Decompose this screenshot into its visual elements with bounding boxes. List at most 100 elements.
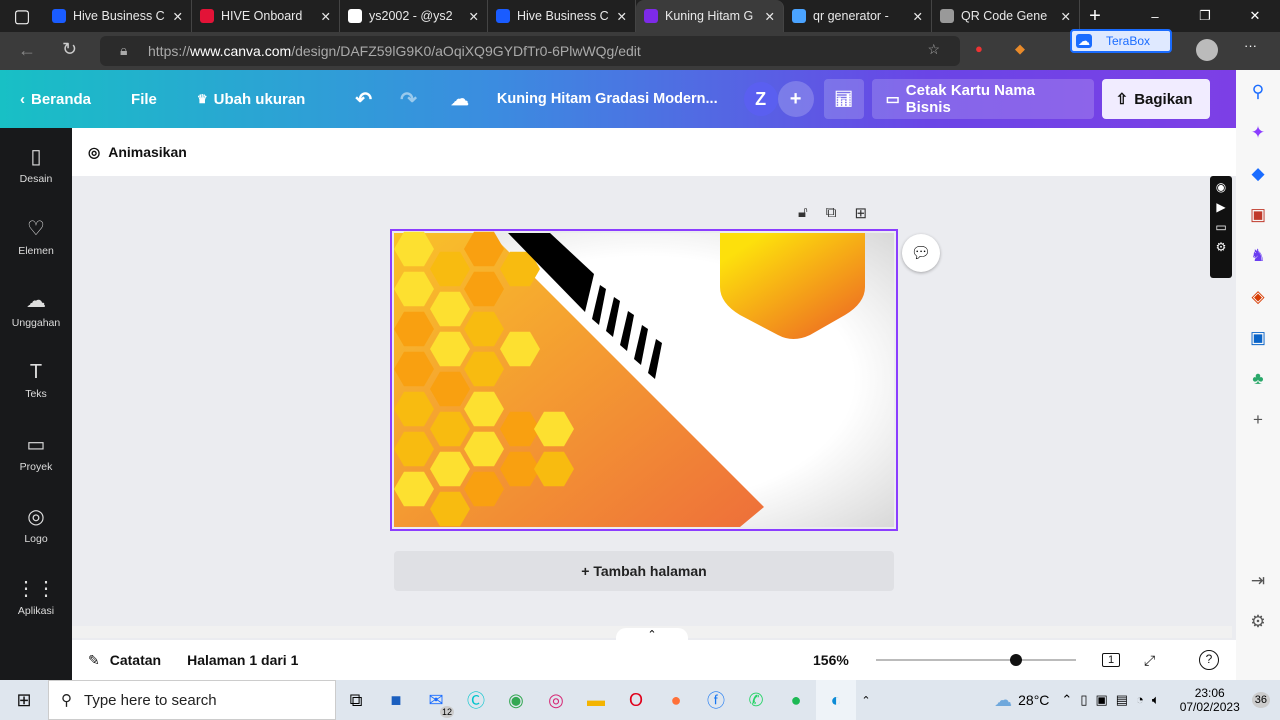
terabox-button[interactable]: ☁ TeraBox xyxy=(1070,29,1172,53)
print-business-card-button[interactable]: ▭ Cetak Kartu Nama Bisnis xyxy=(871,79,1094,119)
browser-tab[interactable]: Hive Business C ✕ xyxy=(488,0,636,32)
redo-button[interactable]: ↷ xyxy=(386,79,431,119)
close-tab-icon[interactable]: ✕ xyxy=(617,9,627,24)
close-tab-icon[interactable]: ✕ xyxy=(469,9,479,24)
close-tab-icon[interactable]: ✕ xyxy=(913,9,923,24)
extension-icon[interactable]: ● xyxy=(975,41,983,56)
overflow-chevron-icon[interactable]: ⌃ xyxy=(856,680,876,720)
file-explorer-icon[interactable]: ▬ xyxy=(576,680,616,720)
animate-button[interactable]: Animasikan xyxy=(108,144,187,160)
close-tab-icon[interactable]: ✕ xyxy=(765,9,775,24)
page-indicator: Halaman 1 dari 1 xyxy=(187,652,299,668)
facebook-icon[interactable]: ⓕ xyxy=(696,680,736,720)
search-icon[interactable]: ⚲ xyxy=(1252,82,1264,102)
sidebar-item-logo[interactable]: ◎ Logo xyxy=(0,488,72,560)
add-comment-button[interactable]: 💬︎ xyxy=(902,234,940,272)
tab-favicon-icon xyxy=(200,9,214,23)
close-window-button[interactable]: ✕ xyxy=(1230,8,1280,24)
page-count-button[interactable]: 1 xyxy=(1102,653,1121,667)
profile-avatar[interactable] xyxy=(1196,39,1218,61)
windows-start-icon[interactable]: ⊞ xyxy=(0,680,48,720)
maximize-button[interactable]: ❐ xyxy=(1180,8,1230,24)
task-view-icon[interactable]: ⧉ xyxy=(336,680,376,720)
clock[interactable]: 23:06 07/02/2023 xyxy=(1180,686,1240,714)
favorite-star-icon[interactable]: ☆ xyxy=(927,41,940,58)
resize-button[interactable]: ♛ Ubah ukuran xyxy=(171,79,319,119)
tag-icon[interactable]: ◆ xyxy=(1251,164,1264,184)
avatar[interactable]: Z xyxy=(743,82,778,116)
browser-tab[interactable]: Hive Business C ✕ xyxy=(44,0,192,32)
tree-icon[interactable]: ♣ xyxy=(1252,369,1263,389)
minimize-button[interactable]: – xyxy=(1130,9,1180,24)
browser-tab[interactable]: Kuning Hitam G ✕ xyxy=(636,0,784,32)
refresh-icon[interactable]: ↻ xyxy=(62,39,77,60)
zoom-slider-handle[interactable] xyxy=(1010,654,1022,666)
chrome-icon[interactable]: ◉ xyxy=(496,680,536,720)
taskbar-search[interactable]: ⚲ Type here to search xyxy=(48,680,336,720)
close-tab-icon[interactable]: ✕ xyxy=(173,9,183,24)
window-icon[interactable]: ▭ xyxy=(1215,220,1226,234)
settings-icon[interactable]: ⚙ xyxy=(1216,240,1227,254)
office-icon[interactable]: ◈ xyxy=(1251,287,1264,307)
help-button[interactable]: ? xyxy=(1199,650,1219,670)
sidebar-item-desain[interactable]: ▯ Desain xyxy=(0,128,72,200)
opera-icon[interactable]: O xyxy=(616,680,656,720)
sidebar-item-aplikasi[interactable]: ⋮⋮ Aplikasi xyxy=(0,560,72,632)
tray-icons[interactable]: ⌃▯▣▤◔🔈︎ xyxy=(1061,692,1167,708)
url-path: /design/DAFZ59lG9K0/aOqiXQ9GYDfTr0-6PlwW… xyxy=(291,43,641,59)
temperature[interactable]: 28°C xyxy=(1018,692,1049,708)
browser-tab[interactable]: QR Code Gene ✕ xyxy=(932,0,1080,32)
metamask-icon[interactable]: ◆ xyxy=(1015,41,1025,57)
fullscreen-icon[interactable]: ⤢ xyxy=(1144,652,1155,669)
sidebar-item-unggahan[interactable]: ☁ Unggahan xyxy=(0,272,72,344)
undo-button[interactable]: ↶ xyxy=(319,79,386,119)
tools-icon[interactable]: ▣ xyxy=(1250,205,1266,225)
firefox-icon[interactable]: ● xyxy=(656,680,696,720)
file-menu[interactable]: File xyxy=(105,79,171,119)
tab-actions-icon[interactable]: ▢ xyxy=(0,0,44,36)
back-icon[interactable]: ← xyxy=(18,40,36,61)
more-icon[interactable]: ··· xyxy=(1244,38,1257,53)
home-button[interactable]: ‹ Beranda xyxy=(0,79,105,119)
add-icon[interactable]: + xyxy=(1253,410,1263,430)
design-title[interactable]: Kuning Hitam Gradasi Modern... xyxy=(483,79,732,119)
camera-icon[interactable]: ◉ xyxy=(1216,180,1226,194)
games-icon[interactable]: ♞ xyxy=(1250,246,1265,266)
browser-tab[interactable]: ys2002 - @ys2 ✕ xyxy=(340,0,488,32)
mail-icon[interactable]: ✉ 12 xyxy=(416,680,456,720)
new-tab-button[interactable]: + xyxy=(1080,5,1110,28)
edge-icon[interactable]: ◐ xyxy=(816,680,856,720)
url-input[interactable]: 🔒︎ https://www.canva.com/design/DAFZ59lG… xyxy=(100,36,960,66)
browser-tab[interactable]: qr generator - ✕ xyxy=(784,0,932,32)
sidebar-collapse-icon[interactable]: ⇥ xyxy=(1251,571,1265,591)
sidebar-item-teks[interactable]: T Teks xyxy=(0,344,72,416)
sidebar-item-proyek[interactable]: ▭ Proyek xyxy=(0,416,72,488)
notification-badge[interactable]: 36 xyxy=(1251,692,1270,708)
settings-icon[interactable]: ⚙ xyxy=(1250,612,1265,632)
zoom-percent[interactable]: 156% xyxy=(813,652,849,668)
whatsapp-icon[interactable]: ✆ xyxy=(736,680,776,720)
duplicate-icon[interactable]: ⧉ xyxy=(826,204,837,222)
add-page-icon[interactable]: ⊞ xyxy=(854,204,867,222)
close-tab-icon[interactable]: ✕ xyxy=(1061,9,1071,24)
store-icon[interactable]: ■ xyxy=(376,680,416,720)
close-tab-icon[interactable]: ✕ xyxy=(321,9,331,24)
lock-icon[interactable]: 🔓︎ xyxy=(798,204,808,222)
insights-button[interactable]: 📊︎ xyxy=(823,79,864,119)
spotify-icon[interactable]: ● xyxy=(776,680,816,720)
cloud-save-icon[interactable]: ☁ xyxy=(431,79,483,119)
share-button[interactable]: ⇧ Bagikan xyxy=(1101,79,1210,119)
browser-tab[interactable]: HIVE Onboard ✕ xyxy=(192,0,340,32)
sidebar-item-elemen[interactable]: ♡ Elemen xyxy=(0,200,72,272)
copilot-icon[interactable]: ✦ xyxy=(1251,123,1265,143)
outlook-icon[interactable]: ▣ xyxy=(1250,328,1266,348)
add-collaborator-button[interactable]: + xyxy=(777,81,814,117)
proyek-icon: ▭ xyxy=(26,433,46,456)
video-icon[interactable]: ▶ xyxy=(1216,200,1225,214)
notes-button[interactable]: Catatan xyxy=(110,652,161,668)
zoom-slider[interactable] xyxy=(876,654,1076,666)
instagram-icon[interactable]: ◎ xyxy=(536,680,576,720)
canva-app-icon[interactable]: Ⓒ xyxy=(456,680,496,720)
add-page-button[interactable]: + Tambah halaman xyxy=(394,551,894,591)
design-canvas[interactable] xyxy=(390,229,898,531)
